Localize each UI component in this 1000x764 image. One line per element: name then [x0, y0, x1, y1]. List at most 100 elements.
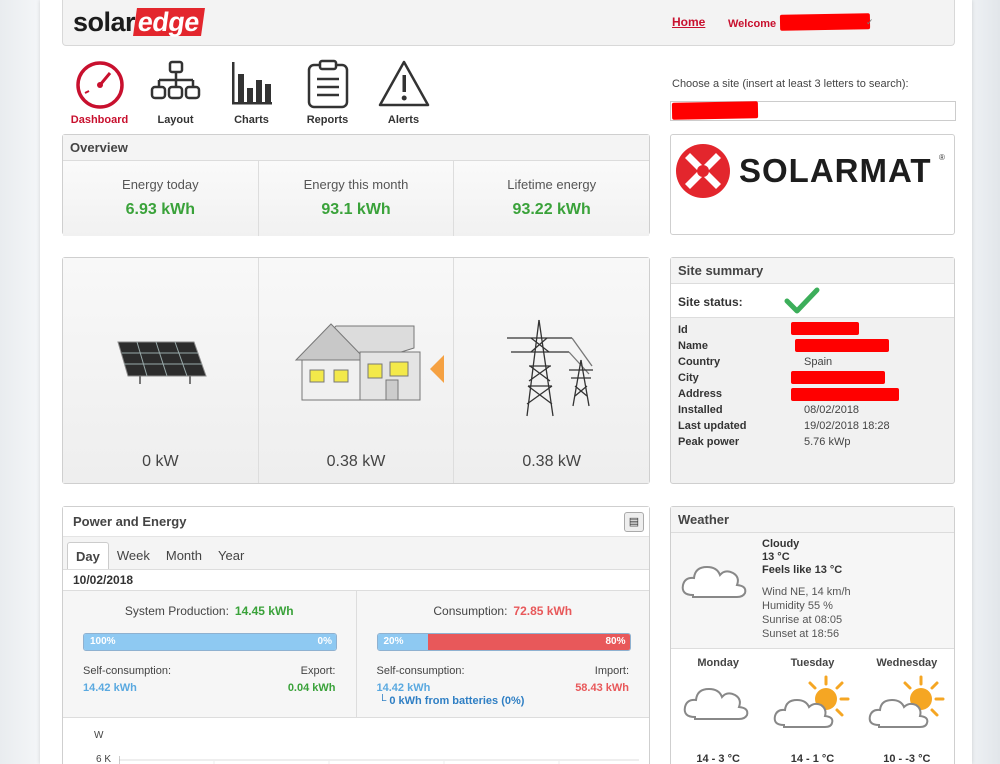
- consumption-box: Consumption: 72.85 kWh 20% 80% Self-consu…: [356, 591, 650, 717]
- battery-note: └ 0 kWh from batteries (0%): [378, 695, 525, 707]
- summary-value: 08/02/2018: [804, 404, 860, 416]
- lifetime-energy-cell: Lifetime energy 93.22 kWh: [454, 161, 650, 236]
- forecast-temp: 10 - -3 °C: [883, 753, 931, 764]
- overview-title: Overview: [63, 135, 649, 161]
- cloud-icon: [681, 565, 747, 598]
- production-export-segment: 0%: [317, 636, 332, 647]
- summary-key: Installed: [678, 404, 723, 416]
- house-cell[interactable]: 0.38 kW: [258, 258, 455, 483]
- chevron-down-icon[interactable]: ✓: [866, 17, 874, 28]
- house-icon: [294, 323, 421, 401]
- tab-day[interactable]: Day: [67, 542, 109, 569]
- grid-cell[interactable]: 0.38 kW: [454, 258, 650, 483]
- nav-layout-label: Layout: [157, 114, 194, 126]
- tab-year[interactable]: Year: [210, 542, 252, 569]
- tab-month[interactable]: Month: [158, 542, 210, 569]
- current-weather: Cloudy 13 °C Feels like 13 °C Wind NE, 1…: [671, 533, 954, 649]
- self-consumption-value: 14.42 kWh: [376, 682, 431, 694]
- energy-month-cell: Energy this month 93.1 kWh: [258, 161, 455, 236]
- redacted-name: [795, 339, 889, 352]
- forecast-temp: 14 - 1 °C: [790, 753, 835, 764]
- self-consumption-value: 14.42 kWh: [83, 682, 137, 694]
- weather-condition-block: Cloudy 13 °C Feels like 13 °C: [762, 538, 842, 577]
- nav-dashboard[interactable]: Dashboard: [62, 58, 137, 126]
- power-energy-panel: Power and Energy ▤ Day Week Month Year 1…: [62, 506, 650, 764]
- consumption-import: Import: 58.43 kWh: [575, 665, 629, 694]
- nav-layout[interactable]: Layout: [138, 58, 213, 126]
- production-value: 14.45 kWh: [234, 604, 294, 618]
- weather-details: Wind NE, 14 km/h Humidity 55 % Sunrise a…: [762, 585, 851, 641]
- summary-value: Spain: [804, 356, 833, 368]
- solarmat-logo-icon: [676, 144, 730, 198]
- grid-to-house-arrow-icon: [430, 355, 444, 383]
- site-summary-panel: Site summary Site status: Id Name Countr…: [670, 257, 955, 484]
- home-link[interactable]: Home: [672, 15, 705, 29]
- site-status-label: Site status:: [678, 295, 743, 309]
- import-value: 58.43 kWh: [575, 682, 629, 694]
- tab-week[interactable]: Week: [109, 542, 158, 569]
- export-label: Export:: [300, 665, 336, 677]
- summary-value: 5.76 kWp: [804, 436, 851, 448]
- production-self-segment: 100%: [84, 634, 336, 650]
- power-grid-tower-icon: [506, 319, 593, 417]
- lifetime-energy-value: 93.22 kWh: [512, 201, 591, 218]
- logo-edge-text: edge: [133, 7, 206, 37]
- logo-solar-text: solar: [73, 6, 136, 37]
- welcome-label[interactable]: Welcome: [728, 18, 776, 30]
- bar-chart-icon: [231, 62, 272, 105]
- summary-key: Name: [678, 340, 708, 352]
- production-self-consumption: Self-consumption: 14.42 kWh: [83, 665, 171, 694]
- energy-today-label: Energy today: [122, 177, 199, 192]
- redacted-username: [779, 13, 871, 31]
- energy-today-cell: Energy today 6.93 kWh: [63, 161, 259, 236]
- consumption-header: Consumption: 72.85 kWh: [357, 604, 650, 618]
- forecast-day-wednesday: Wednesday 10 - -3 °C: [860, 649, 954, 764]
- solaredge-logo[interactable]: solar edge: [73, 6, 206, 38]
- weather-title: Weather: [671, 507, 954, 533]
- pv-cell[interactable]: 0 kW: [63, 258, 259, 483]
- nav-reports-label: Reports: [306, 114, 349, 126]
- consumption-self-segment: 20%: [377, 634, 428, 650]
- energy-today-value: 6.93 kWh: [125, 201, 196, 218]
- consumption-value: 72.85 kWh: [513, 604, 573, 618]
- weather-wind: Wind NE, 14 km/h: [762, 586, 851, 598]
- redacted-id: [791, 322, 859, 335]
- production-box: System Production: 14.45 kWh 100% 0% Self…: [63, 591, 357, 717]
- weather-panel: Weather Cloudy 13 °C Feels like 13 °C Wi…: [670, 506, 955, 764]
- weather-feels-like: Feels like 13 °C: [762, 564, 843, 576]
- summary-row-country: Country Spain: [678, 356, 947, 372]
- chart-unit-label: W: [94, 730, 104, 741]
- chart-tick-label: 6 K: [96, 754, 112, 764]
- nav-reports[interactable]: Reports: [290, 58, 365, 126]
- redacted-site-name: [671, 101, 759, 120]
- nav-charts-label: Charts: [234, 114, 269, 126]
- report-clipboard-icon: [307, 59, 348, 109]
- house-consumption-value: 0.38 kW: [326, 453, 386, 470]
- power-chart[interactable]: W 6 K: [63, 718, 649, 764]
- lifetime-energy-label: Lifetime energy: [507, 177, 597, 192]
- site-search-label: Choose a site (insert at least 3 letters…: [672, 78, 909, 90]
- forecast-day-name: Tuesday: [790, 657, 835, 669]
- energy-month-label: Energy this month: [303, 177, 409, 192]
- nav-alerts-label: Alerts: [387, 114, 420, 126]
- summary-key: Country: [678, 356, 721, 368]
- consumption-self-consumption: Self-consumption: 14.42 kWh: [377, 665, 465, 694]
- redacted-city: [791, 371, 885, 384]
- period-tabs: Day Week Month Year: [63, 537, 649, 570]
- overview-panel: Overview Energy today 6.93 kWh Energy th…: [62, 134, 650, 236]
- nav-alerts[interactable]: Alerts: [366, 58, 441, 126]
- sun-cloud-icon: [868, 675, 945, 728]
- nav-charts[interactable]: Charts: [214, 58, 289, 126]
- warning-triangle-icon: [378, 60, 429, 107]
- weather-temp: 13 °C: [762, 551, 790, 563]
- selected-date: 10/02/2018: [73, 573, 134, 587]
- weather-condition: Cloudy: [762, 538, 800, 550]
- layout-tree-icon: [150, 60, 200, 100]
- self-consumption-label: Self-consumption:: [83, 665, 172, 677]
- consumption-import-segment: 80%: [427, 634, 630, 650]
- site-summary-title: Site summary: [671, 258, 954, 284]
- self-consumption-label: Self-consumption:: [376, 665, 465, 677]
- summary-key: City: [678, 372, 699, 384]
- export-icon[interactable]: ▤: [624, 512, 644, 532]
- forecast-days: Monday 14 - 3 °C Tuesday 14 - 1 °C Wedne…: [671, 649, 954, 764]
